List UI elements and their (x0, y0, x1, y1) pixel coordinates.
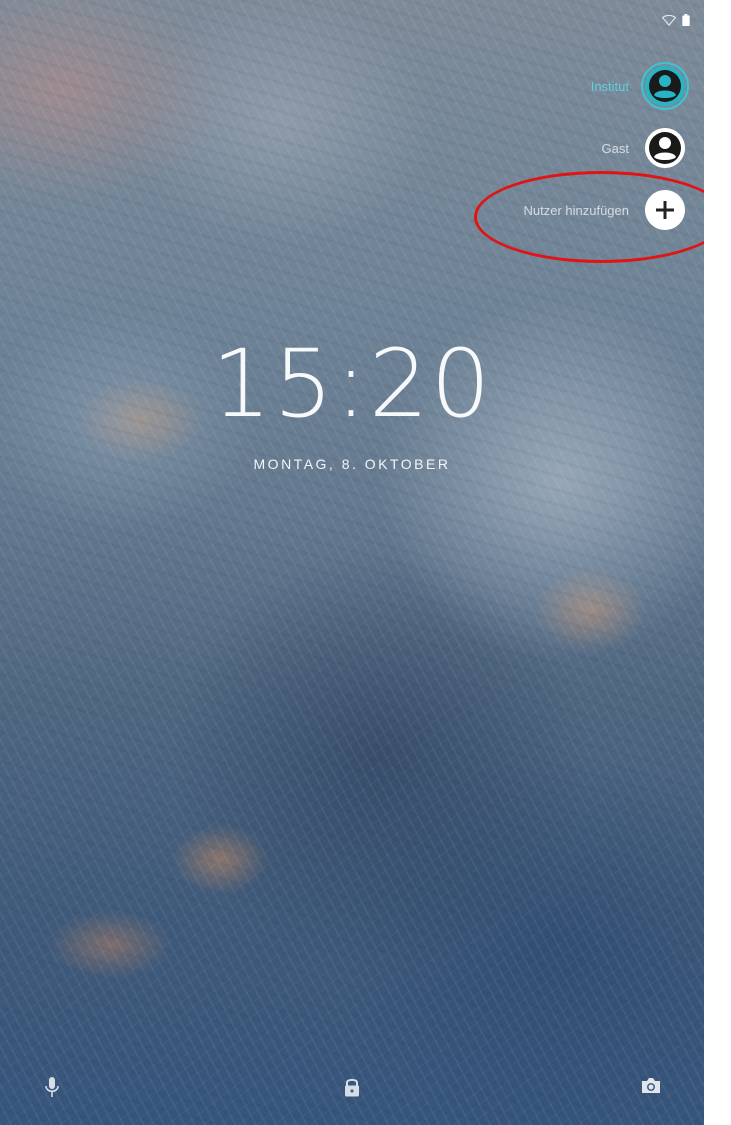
wifi-icon (662, 14, 676, 26)
avatar (641, 62, 689, 110)
add-icon (645, 190, 685, 230)
clock: 15:20 (211, 330, 493, 439)
avatar (641, 186, 689, 234)
user-label: Gast (601, 140, 629, 156)
battery-icon (682, 14, 690, 26)
user-item-gast[interactable]: Gast (602, 124, 689, 172)
status-bar (662, 14, 690, 26)
bottom-bar (0, 1076, 704, 1100)
avatar (641, 124, 689, 172)
account-circle-icon (645, 128, 685, 168)
account-circle-icon (645, 66, 685, 106)
camera-icon[interactable] (641, 1076, 661, 1099)
date: MONTAG, 8. OKTOBER (253, 456, 451, 472)
lock-screen: Institut Gast Nutzer hinzufügen 15:20 MO… (0, 0, 704, 1125)
mic-icon[interactable] (44, 1076, 60, 1103)
user-label: Nutzer hinzufügen (523, 202, 629, 218)
lock-icon (343, 1076, 361, 1103)
user-switcher: Institut Gast Nutzer hinzufügen (523, 62, 689, 234)
user-label: Institut (590, 78, 629, 94)
add-user-button[interactable]: Nutzer hinzufügen (523, 186, 689, 234)
user-item-institut[interactable]: Institut (591, 62, 689, 110)
